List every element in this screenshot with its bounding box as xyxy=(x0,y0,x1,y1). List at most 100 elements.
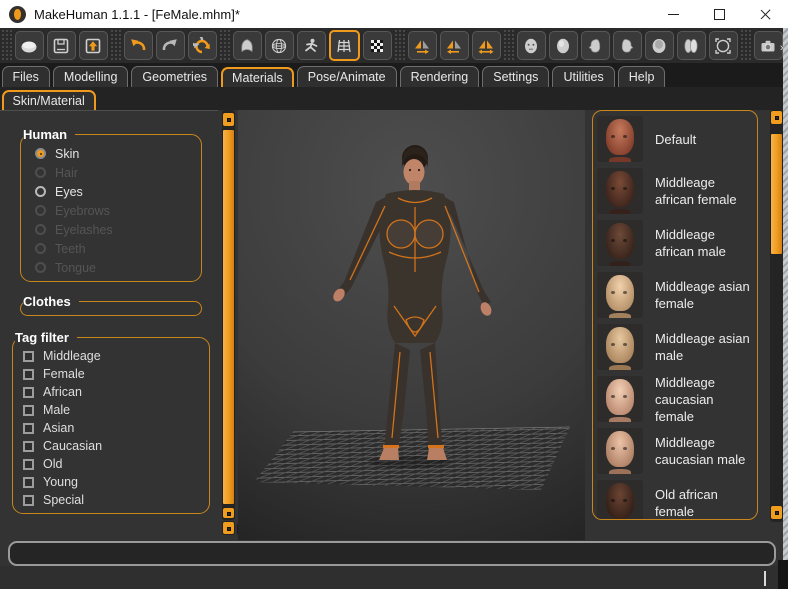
pose-button[interactable] xyxy=(296,31,326,60)
material-item-middleage-african-male[interactable]: Middleage african male xyxy=(597,217,753,269)
materials-scrollbar-thumb[interactable] xyxy=(770,133,783,255)
app-logo-icon xyxy=(9,5,26,23)
tab-files[interactable]: Files xyxy=(1,66,50,87)
checkbox-icon xyxy=(23,422,34,434)
materials-scrollbar-up-button[interactable] xyxy=(770,110,783,125)
radio-icon xyxy=(35,205,46,216)
materials-scrollbar-down-button[interactable] xyxy=(770,505,783,520)
checkbox-label: Asian xyxy=(43,421,75,435)
background-button[interactable] xyxy=(362,31,392,60)
tab-utilities[interactable]: Utilities xyxy=(552,66,615,87)
reset-mesh-button[interactable] xyxy=(187,31,217,60)
right-view-button[interactable] xyxy=(612,31,642,60)
save-button[interactable] xyxy=(46,31,76,60)
checkbox-special[interactable]: Special xyxy=(19,491,203,509)
face-thumbnail-icon xyxy=(606,171,634,207)
toolbar-separator xyxy=(394,29,405,62)
reset-camera-icon xyxy=(715,37,731,54)
tab-help[interactable]: Help xyxy=(617,66,666,87)
main-tab-bar: Files Modelling Geometries Materials Pos… xyxy=(0,63,788,87)
tab-modelling[interactable]: Modelling xyxy=(52,66,129,87)
radio-skin[interactable]: Skin xyxy=(27,144,195,163)
checkbox-icon xyxy=(23,494,34,506)
radio-hair: Hair xyxy=(27,163,195,182)
face-thumbnail-icon xyxy=(606,483,634,519)
reset-mesh-icon xyxy=(193,36,210,53)
tab-pose-animate[interactable]: Pose/Animate xyxy=(296,66,397,87)
new-mesh-button[interactable] xyxy=(14,31,44,60)
load-icon xyxy=(85,38,101,53)
radio-tongue: Tongue xyxy=(27,258,195,277)
checkbox-label: African xyxy=(43,385,82,399)
tab-rendering[interactable]: Rendering xyxy=(399,66,480,87)
material-item-middleage-caucasian-female[interactable]: Middleage caucasian female xyxy=(597,373,753,425)
side-view-button[interactable] xyxy=(676,31,706,60)
minimize-button[interactable] xyxy=(650,0,696,28)
checkbox-old[interactable]: Old xyxy=(19,455,203,473)
checkbox-label: Young xyxy=(43,475,78,489)
radio-eyes[interactable]: Eyes xyxy=(27,182,195,201)
tab-settings[interactable]: Settings xyxy=(482,66,550,87)
grab-screen-button[interactable] xyxy=(753,31,783,60)
undo-button[interactable] xyxy=(123,31,153,60)
grid-button[interactable] xyxy=(328,30,360,61)
maximize-button[interactable] xyxy=(696,0,742,28)
checkbox-caucasian[interactable]: Caucasian xyxy=(19,437,203,455)
material-item-middleage-caucasian-male[interactable]: Middleage caucasian male xyxy=(597,425,753,477)
checkbox-asian[interactable]: Asian xyxy=(19,419,203,437)
wireframe-button[interactable] xyxy=(264,31,294,60)
material-item-middleage-asian-male[interactable]: Middleage asian male xyxy=(597,321,753,373)
grab-screen-icon xyxy=(761,40,775,51)
material-item-old-african-female[interactable]: Old african female xyxy=(597,477,753,519)
smooth-shading-button[interactable] xyxy=(232,31,262,60)
checkbox-female[interactable]: Female xyxy=(19,365,203,383)
left-scrollbar-thumb[interactable] xyxy=(222,129,235,505)
right-view-icon xyxy=(621,38,634,53)
material-item-default[interactable]: Default xyxy=(597,113,753,165)
back-view-button[interactable] xyxy=(548,31,578,60)
toolbar-separator xyxy=(219,29,230,62)
tab-geometries[interactable]: Geometries xyxy=(131,66,219,87)
material-item-middleage-asian-female[interactable]: Middleage asian female xyxy=(597,269,753,321)
maximize-icon xyxy=(713,8,725,20)
checkbox-label: Special xyxy=(43,493,84,507)
reset-camera-button[interactable] xyxy=(708,31,738,60)
toolbar-separator xyxy=(110,29,121,62)
human-group-title: Human xyxy=(23,127,68,142)
checkbox-young[interactable]: Young xyxy=(19,473,203,491)
checkbox-african[interactable]: African xyxy=(19,383,203,401)
checkbox-label: Middleage xyxy=(43,349,101,363)
tab-skin-material[interactable]: Skin/Material xyxy=(1,90,96,110)
symmetry-left-button[interactable] xyxy=(439,31,469,60)
checkbox-middleage[interactable]: Middleage xyxy=(19,347,203,365)
symmetry-button[interactable] xyxy=(471,31,501,60)
left-scrollbar-up-button[interactable] xyxy=(222,112,235,127)
radio-eyelashes: Eyelashes xyxy=(27,220,195,239)
face-thumbnail-icon xyxy=(606,431,634,467)
checkbox-icon xyxy=(23,440,34,452)
checkbox-male[interactable]: Male xyxy=(19,401,203,419)
redo-button[interactable] xyxy=(155,31,185,60)
material-label: Middleage african male xyxy=(655,227,726,259)
toolbar-separator xyxy=(503,29,514,62)
clothes-group: Clothes xyxy=(20,294,202,316)
top-view-button[interactable] xyxy=(644,31,674,60)
title-bar: MakeHuman 1.1.1 - [FeMale.mhm]* xyxy=(0,0,788,28)
progress-bar xyxy=(8,541,776,566)
symmetry-right-button[interactable] xyxy=(407,31,437,60)
material-label: Old african female xyxy=(655,487,718,519)
tab-materials[interactable]: Materials xyxy=(221,67,294,87)
viewport-3d[interactable] xyxy=(238,110,585,540)
front-view-button[interactable] xyxy=(516,31,546,60)
radio-icon xyxy=(35,167,46,178)
minimize-icon xyxy=(667,13,679,15)
material-item-middleage-african-female[interactable]: Middleage african female xyxy=(597,165,753,217)
new-mesh-icon xyxy=(21,41,37,52)
h-scrollbar-left-button[interactable] xyxy=(222,521,235,535)
left-view-button[interactable] xyxy=(580,31,610,60)
background-icon xyxy=(371,39,383,52)
checkbox-icon xyxy=(23,386,34,398)
close-button[interactable] xyxy=(742,0,788,28)
left-scrollbar-down-button[interactable] xyxy=(222,507,235,519)
load-button[interactable] xyxy=(78,31,108,60)
